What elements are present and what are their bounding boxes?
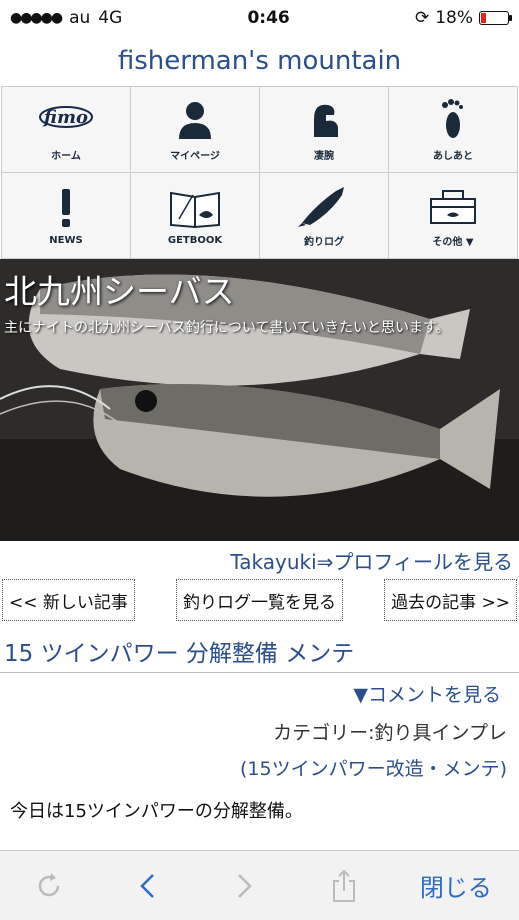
- clock: 0:46: [247, 8, 290, 28]
- post-category: カテゴリー:釣り具インプレ: [273, 721, 507, 744]
- blog-subtitle: 主にナイトの北九州シーバス釣行について書いていきたいと思います。: [4, 320, 450, 336]
- menu-label: NEWS: [49, 235, 83, 246]
- book-icon: [170, 191, 220, 229]
- carrier: au: [69, 8, 91, 28]
- profile-link[interactable]: Takayuki⇒プロフィールを見る: [0, 541, 519, 579]
- reload-icon[interactable]: [27, 856, 71, 916]
- menu-sugoude[interactable]: 凄腕: [260, 87, 389, 173]
- menu-news[interactable]: NEWS: [2, 173, 131, 259]
- network: 4G: [98, 8, 123, 28]
- forward-icon[interactable]: [223, 856, 267, 916]
- site-title[interactable]: fisherman's mountain: [0, 36, 519, 86]
- footprint-icon: [442, 99, 463, 138]
- menu-label: その他 ▼: [432, 237, 474, 248]
- post-title: 15 ツインパワー 分解整備 メンテ: [0, 629, 519, 673]
- menu-getbook[interactable]: GETBOOK: [131, 173, 260, 259]
- menu-label: 釣りログ: [304, 237, 344, 248]
- signal-icon: ●●●●●: [10, 10, 63, 26]
- post-body: 今日は15ツインパワーの分解整備。: [10, 801, 303, 822]
- menu-label: ホーム: [51, 151, 81, 162]
- view-comments-link[interactable]: ▼コメントを見る: [0, 673, 519, 713]
- blog-header-image: 北九州シーバス 主にナイトの北九州シーバス釣行について書いていきたいと思います。: [0, 259, 519, 541]
- older-post-button[interactable]: 過去の記事 >>: [384, 579, 517, 621]
- log-list-button[interactable]: 釣りログ一覧を見る: [176, 579, 343, 621]
- fish-icon: [298, 187, 344, 227]
- close-button[interactable]: 閉じる: [420, 856, 492, 916]
- post-tag-link[interactable]: (15ツインパワー改造・メンテ): [0, 749, 519, 785]
- newer-post-button[interactable]: << 新しい記事: [2, 579, 135, 621]
- back-icon[interactable]: [125, 856, 169, 916]
- exclamation-icon: [62, 189, 70, 227]
- browser-toolbar: 閉じる: [0, 850, 519, 920]
- menu-grid: fimo ホーム マイページ 凄腕 あしあと NEWS GETBOOK 釣りログ…: [1, 86, 518, 259]
- menu-ashiato[interactable]: あしあと: [389, 87, 518, 173]
- fimo-logo-icon: fimo: [39, 106, 93, 128]
- menu-label: マイページ: [170, 151, 220, 162]
- arm-icon: [314, 104, 338, 137]
- blog-title: 北九州シーバス: [4, 272, 235, 311]
- menu-label: あしあと: [433, 151, 473, 162]
- battery-percent: 18%: [435, 8, 473, 28]
- menu-label: 凄腕: [314, 151, 334, 162]
- article-navigation: << 新しい記事 釣りログ一覧を見る 過去の記事 >>: [0, 579, 519, 621]
- tackle-box-icon: [430, 190, 476, 224]
- rotation-lock-icon: ⟳: [414, 8, 430, 28]
- menu-other[interactable]: その他 ▼: [389, 173, 518, 259]
- person-icon: [179, 102, 211, 139]
- menu-home[interactable]: fimo ホーム: [2, 87, 131, 173]
- status-bar: ●●●●● au 4G 0:46 ⟳ 18%: [0, 0, 519, 36]
- menu-label: GETBOOK: [167, 235, 223, 246]
- battery-icon: [478, 11, 512, 25]
- share-icon[interactable]: [322, 856, 366, 916]
- menu-fishing-log[interactable]: 釣りログ: [260, 173, 389, 259]
- menu-mypage[interactable]: マイページ: [131, 87, 260, 173]
